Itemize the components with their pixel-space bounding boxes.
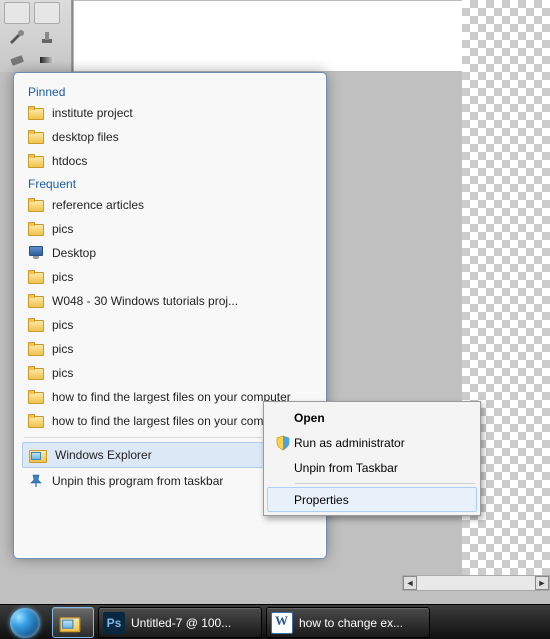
brush-tool-icon[interactable]	[8, 28, 26, 46]
jump-list-item-label: reference articles	[52, 198, 144, 212]
jump-list-item-label: how to find the largest files on your co…	[52, 390, 291, 404]
eraser-tool-icon[interactable]	[8, 50, 26, 68]
tool-strip	[0, 0, 72, 72]
tool-button[interactable]	[4, 2, 30, 24]
jump-list-item[interactable]: W048 - 30 Windows tutorials proj...	[22, 289, 318, 313]
jump-list-item-label: pics	[52, 342, 73, 356]
unpin-icon	[28, 473, 44, 489]
scroll-left-arrow[interactable]: ◄	[403, 576, 417, 590]
context-menu-label: Open	[294, 411, 325, 425]
jump-list-item-label: Desktop	[52, 246, 96, 260]
word-icon	[271, 612, 293, 634]
tool-button[interactable]	[34, 2, 60, 24]
jump-list-item-label: pics	[52, 318, 73, 332]
jump-list-item[interactable]: desktop files	[22, 125, 318, 149]
folder-icon	[28, 270, 44, 284]
jump-list-header-pinned: Pinned	[22, 81, 318, 101]
folder-icon	[28, 414, 44, 428]
folder-icon	[28, 390, 44, 404]
jump-list-item[interactable]: pics	[22, 313, 318, 337]
taskbar-word-button[interactable]: how to change ex...	[266, 607, 430, 638]
context-menu-label: Properties	[294, 493, 349, 507]
jump-list-item[interactable]: pics	[22, 361, 318, 385]
gradient-tool-icon[interactable]	[38, 50, 56, 68]
jump-list-item[interactable]: reference articles	[22, 193, 318, 217]
jump-list-app-label: Windows Explorer	[55, 448, 152, 462]
explorer-icon	[29, 447, 47, 463]
jump-list-item-label: how to find the largest files on your co…	[52, 414, 291, 428]
context-menu-label: Unpin from Taskbar	[294, 461, 398, 475]
photoshop-icon: Ps	[103, 612, 125, 634]
jump-list-item-label: htdocs	[52, 154, 87, 168]
taskbar: Ps Untitled-7 @ 100... how to change ex.…	[0, 604, 550, 639]
separator	[295, 483, 475, 484]
context-menu: Open Run as administrator Unpin from Tas…	[263, 401, 481, 516]
scroll-right-arrow[interactable]: ►	[535, 576, 549, 590]
jump-list-item[interactable]: institute project	[22, 101, 318, 125]
context-menu-run-as-admin[interactable]: Run as administrator	[267, 430, 477, 455]
folder-icon	[28, 366, 44, 380]
context-menu-open[interactable]: Open	[267, 405, 477, 430]
jump-list-item-label: institute project	[52, 106, 133, 120]
horizontal-scrollbar[interactable]: ◄ ►	[402, 575, 550, 591]
jump-list-unpin-label: Unpin this program from taskbar	[52, 474, 223, 488]
jump-list-item[interactable]: pics	[22, 265, 318, 289]
taskbar-button-label: how to change ex...	[299, 616, 403, 630]
jump-list-item[interactable]: pics	[22, 217, 318, 241]
document-blank-area	[73, 0, 463, 72]
taskbar-button-label: Untitled-7 @ 100...	[131, 616, 231, 630]
folder-icon	[28, 342, 44, 356]
jump-list-item-label: desktop files	[52, 130, 119, 144]
taskbar-explorer-button[interactable]	[52, 607, 94, 638]
folder-icon	[28, 154, 44, 168]
jump-list-item-label: pics	[52, 222, 73, 236]
folder-icon	[28, 222, 44, 236]
jump-list-item-label: pics	[52, 366, 73, 380]
shield-icon	[272, 435, 294, 451]
folder-icon	[28, 318, 44, 332]
folder-icon	[28, 130, 44, 144]
windows-orb-icon	[10, 608, 40, 638]
start-button[interactable]	[0, 605, 50, 639]
taskbar-photoshop-button[interactable]: Ps Untitled-7 @ 100...	[98, 607, 262, 638]
jump-list-item[interactable]: pics	[22, 337, 318, 361]
context-menu-label: Run as administrator	[294, 436, 405, 450]
explorer-icon	[59, 612, 81, 634]
monitor-icon	[28, 246, 44, 260]
jump-list-item[interactable]: htdocs	[22, 149, 318, 173]
context-menu-properties[interactable]: Properties	[267, 487, 477, 512]
folder-icon	[28, 106, 44, 120]
folder-icon	[28, 198, 44, 212]
jump-list-item-label: W048 - 30 Windows tutorials proj...	[52, 294, 238, 308]
jump-list-item-label: pics	[52, 270, 73, 284]
stamp-tool-icon[interactable]	[38, 28, 56, 46]
jump-list-item[interactable]: Desktop	[22, 241, 318, 265]
folder-icon	[28, 294, 44, 308]
context-menu-unpin[interactable]: Unpin from Taskbar	[267, 455, 477, 480]
jump-list-header-frequent: Frequent	[22, 173, 318, 193]
